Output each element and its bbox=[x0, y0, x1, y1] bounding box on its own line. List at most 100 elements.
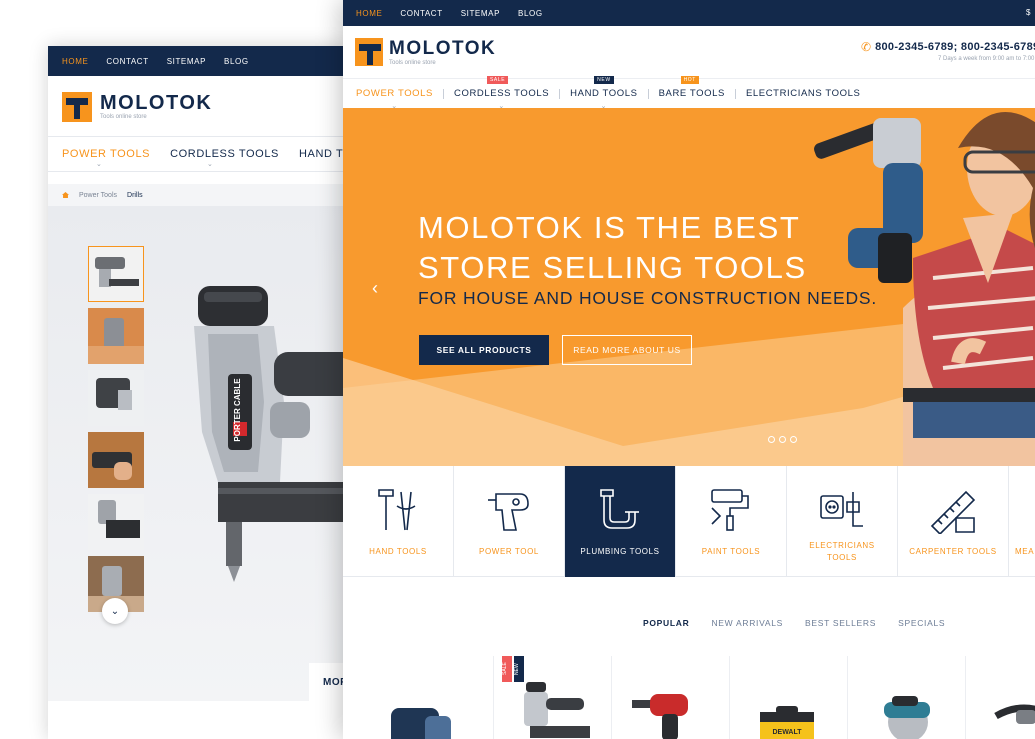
tool-kit-bag-image bbox=[391, 708, 451, 739]
paint-roller-icon bbox=[711, 489, 749, 531]
breadcrumb-item[interactable]: Power Tools bbox=[79, 192, 117, 199]
chevron-down-icon: ⌄ bbox=[110, 605, 120, 617]
nav-divider bbox=[559, 88, 561, 99]
product-grid: SALE NEW DEWALT bbox=[375, 656, 1035, 739]
sale-ribbon: SALE bbox=[502, 656, 512, 682]
topbar-contact-link[interactable]: CONTACT bbox=[106, 57, 148, 66]
topbar-home-link[interactable]: HOME bbox=[62, 57, 88, 66]
hero-title: MOLOTOK IS THE BEST STORE SELLING TOOLS bbox=[418, 210, 807, 285]
gallery-scroll-down-button[interactable]: ⌄ bbox=[102, 598, 128, 624]
gallery-thumbnail[interactable] bbox=[88, 308, 144, 364]
currency-selector[interactable]: $ bbox=[1026, 8, 1030, 17]
chevron-down-icon: ⌄ bbox=[207, 161, 213, 168]
category-measure-tools[interactable]: MEA bbox=[1009, 466, 1035, 577]
phone-contact[interactable]: ✆ 800-2345-6789; 800-2345-6789 bbox=[861, 40, 1035, 54]
product-card[interactable] bbox=[847, 656, 965, 739]
gallery-thumbnail[interactable] bbox=[88, 494, 144, 550]
breadcrumb: Power Tools Drills bbox=[48, 184, 348, 206]
nav-divider bbox=[734, 88, 736, 99]
logo-name: MOLOTOK bbox=[100, 92, 213, 114]
logo-tagline: Tools online store bbox=[100, 114, 147, 120]
main-nav: POWER TOOLS ⌄ SALE CORDLESS TOOLS ⌄ NEW … bbox=[343, 76, 1035, 110]
nav-item-cordless-tools[interactable]: SALE CORDLESS TOOLS ⌄ bbox=[454, 76, 550, 110]
tab-popular[interactable]: POPULAR bbox=[643, 618, 689, 628]
logo-name: MOLOTOK bbox=[389, 38, 497, 59]
hot-badge: HOT bbox=[680, 76, 699, 84]
topbar-sitemap-link[interactable]: SITEMAP bbox=[461, 9, 500, 18]
nailer-brand-text: PORTER CABLE bbox=[233, 378, 242, 442]
gallery-thumbnail[interactable] bbox=[88, 370, 144, 426]
tab-new-arrivals[interactable]: NEW ARRIVALS bbox=[711, 618, 783, 628]
nav-item-electricians-tools[interactable]: ELECTRICIANS TOOLS bbox=[746, 88, 860, 99]
topbar-blog-link[interactable]: BLOG bbox=[224, 57, 249, 66]
nav-item-bare-tools[interactable]: HOT BARE TOOLS bbox=[659, 76, 725, 99]
nav-item-hand-tool[interactable]: HAND TOOL bbox=[299, 148, 348, 160]
chevron-down-icon: ⌄ bbox=[96, 161, 102, 168]
slider-dot[interactable] bbox=[768, 436, 775, 443]
category-label: ELECTRICIANS TOOLS bbox=[809, 541, 875, 562]
gallery-thumbnail[interactable] bbox=[88, 246, 144, 302]
category-paint-tools[interactable]: PAINT TOOLS bbox=[676, 466, 787, 577]
topbar-home-link[interactable]: HOME bbox=[356, 9, 382, 18]
nav-item-hand-tools[interactable]: NEW HAND TOOLS ⌄ bbox=[570, 76, 638, 110]
product-card[interactable] bbox=[375, 656, 493, 739]
nav-item-power-tools[interactable]: POWER TOOLS ⌄ bbox=[356, 88, 433, 110]
category-label: CARPENTER TOOLS bbox=[909, 547, 997, 556]
site-logo[interactable]: MOLOTOK Tools online store bbox=[62, 92, 212, 122]
home-icon[interactable] bbox=[62, 192, 69, 198]
phone-icon: ✆ bbox=[861, 40, 872, 54]
phone-number: 800-2345-6789; 800-2345-6789 bbox=[875, 41, 1035, 53]
slider-dot[interactable] bbox=[790, 436, 797, 443]
nav-label: ELECTRICIANS TOOLS bbox=[745, 88, 861, 99]
nav-label: POWER TOOLS bbox=[356, 88, 433, 99]
dewalt-case-image: DEWALT bbox=[760, 706, 814, 739]
nailer-product-image: PORTER CABLE bbox=[194, 286, 348, 582]
product-card[interactable]: SALE NEW bbox=[493, 656, 611, 739]
category-electricians-tools[interactable]: ELECTRICIANS TOOLS bbox=[787, 466, 898, 577]
category-label: PAINT TOOLS bbox=[701, 547, 761, 556]
product-card[interactable]: DEWALT bbox=[729, 656, 847, 739]
saw-icon bbox=[930, 490, 976, 534]
product-tabs: POPULAR NEW ARRIVALS BEST SELLERS SPECIA… bbox=[643, 618, 945, 628]
nav-label: CORDLESS TOOLS bbox=[454, 88, 550, 99]
power-drill-icon bbox=[488, 493, 529, 531]
electric-socket-icon bbox=[820, 492, 863, 527]
nav-divider bbox=[647, 88, 649, 99]
category-carpenter-tools[interactable]: CARPENTER TOOLS bbox=[898, 466, 1009, 577]
opening-hours: 7 Days a week from 9:00 am to 7:00 bbox=[938, 56, 1035, 62]
hero-slider: ‹ MOLOTOK IS THE BEST STORE SELLING TOOL… bbox=[343, 108, 1035, 466]
tab-best-sellers[interactable]: BEST SELLERS bbox=[805, 618, 876, 628]
category-strip: HAND TOOLS POWER TOOL PLUMBING TOOLS PAI… bbox=[343, 466, 1035, 577]
slider-dots bbox=[768, 436, 797, 443]
category-label: HAND TOOLS bbox=[369, 547, 427, 556]
breadcrumb-current: Drills bbox=[127, 191, 143, 199]
category-power-tool[interactable]: POWER TOOL bbox=[454, 466, 565, 577]
sale-badge: SALE bbox=[487, 76, 509, 84]
category-hand-tools[interactable]: HAND TOOLS bbox=[343, 466, 454, 577]
tab-specials[interactable]: SPECIALS bbox=[898, 618, 945, 628]
category-label: PLUMBING TOOLS bbox=[580, 547, 660, 556]
gallery-thumbnail[interactable] bbox=[88, 432, 144, 488]
product-card[interactable] bbox=[965, 656, 1035, 739]
nav-item-cordless-tools[interactable]: CORDLESS TOOLS bbox=[170, 148, 279, 160]
slider-prev-arrow[interactable]: ‹ bbox=[372, 278, 378, 299]
top-bar: HOME CONTACT SITEMAP BLOG bbox=[48, 46, 348, 76]
nav-item-power-tools[interactable]: POWER TOOLS bbox=[62, 148, 150, 160]
see-all-products-button[interactable]: SEE ALL PRODUCTS bbox=[419, 335, 549, 365]
product-card[interactable] bbox=[611, 656, 729, 739]
category-label: POWER TOOL bbox=[479, 547, 539, 556]
category-plumbing-tools[interactable]: PLUMBING TOOLS bbox=[565, 466, 676, 577]
topbar-blog-link[interactable]: BLOG bbox=[518, 9, 543, 18]
read-more-button[interactable]: READ MORE ABOUT US bbox=[562, 335, 692, 365]
new-ribbon: NEW bbox=[514, 656, 524, 682]
hammer-logo-icon bbox=[62, 92, 92, 122]
topbar-sitemap-link[interactable]: SITEMAP bbox=[167, 57, 206, 66]
site-logo[interactable]: MOLOTOK Tools online store bbox=[355, 38, 496, 66]
nav-label: HAND TOOLS bbox=[570, 88, 638, 99]
topbar-contact-link[interactable]: CONTACT bbox=[400, 9, 442, 18]
logo-tagline: Tools online store bbox=[389, 60, 436, 66]
home-page-window: HOME CONTACT SITEMAP BLOG $ MOLOTOK Tool… bbox=[343, 0, 1035, 739]
hero-subtitle: FOR HOUSE AND HOUSE CONSTRUCTION NEEDS. bbox=[418, 288, 878, 308]
slider-dot[interactable] bbox=[779, 436, 786, 443]
main-nav: POWER TOOLS CORDLESS TOOLS HAND TOOL bbox=[48, 136, 348, 172]
